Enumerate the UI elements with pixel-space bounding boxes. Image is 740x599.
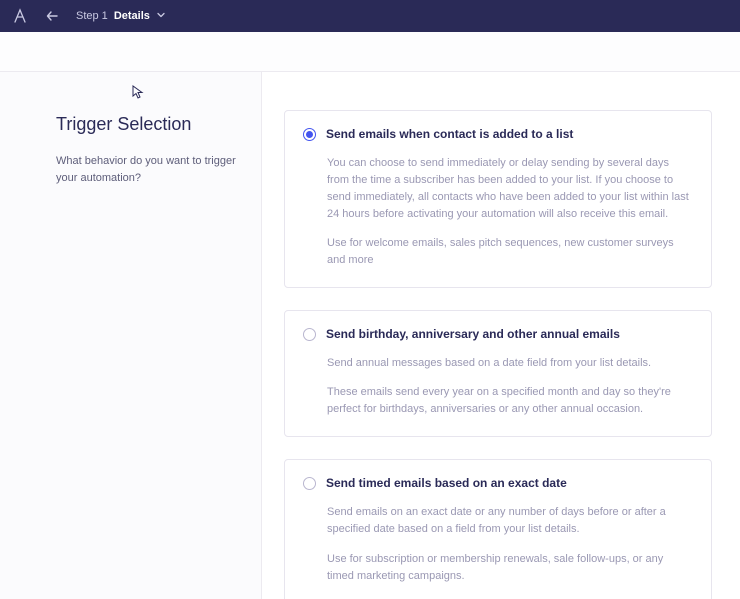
radio-unselected-icon[interactable] xyxy=(303,328,316,341)
option-desc: Send annual messages based on a date fie… xyxy=(327,355,693,372)
step-prefix: Step 1 xyxy=(76,10,108,22)
option-usecase: Use for welcome emails, sales pitch sequ… xyxy=(327,235,693,269)
cursor-icon xyxy=(132,85,146,99)
radio-selected-icon[interactable] xyxy=(303,128,316,141)
page-subtitle: What behavior do you want to trigger you… xyxy=(56,153,237,187)
back-button[interactable] xyxy=(42,6,62,26)
option-usecase: Use for subscription or membership renew… xyxy=(327,551,693,585)
step-name: Details xyxy=(114,10,150,22)
trigger-option-list-added[interactable]: Send emails when contact is added to a l… xyxy=(284,110,712,288)
option-body: You can choose to send immediately or de… xyxy=(303,155,693,269)
option-usecase: These emails send every year on a specif… xyxy=(327,384,693,418)
option-title: Send birthday, anniversary and other ann… xyxy=(326,327,620,341)
step-dropdown[interactable]: Step 1 Details xyxy=(76,10,166,23)
option-desc: Send emails on an exact date or any numb… xyxy=(327,504,693,538)
option-title: Send timed emails based on an exact date xyxy=(326,476,567,490)
chevron-down-icon xyxy=(156,10,166,23)
top-bar: Step 1 Details xyxy=(0,0,740,32)
left-panel: Trigger Selection What behavior do you w… xyxy=(0,32,262,599)
trigger-option-annual[interactable]: Send birthday, anniversary and other ann… xyxy=(284,310,712,437)
options-panel: Send emails when contact is added to a l… xyxy=(262,32,740,599)
page-title: Trigger Selection xyxy=(56,114,237,135)
radio-unselected-icon[interactable] xyxy=(303,477,316,490)
option-body: Send annual messages based on a date fie… xyxy=(303,355,693,418)
option-body: Send emails on an exact date or any numb… xyxy=(303,504,693,584)
option-head[interactable]: Send timed emails based on an exact date xyxy=(303,476,693,490)
option-head[interactable]: Send emails when contact is added to a l… xyxy=(303,127,693,141)
header-strip xyxy=(0,32,740,72)
option-head[interactable]: Send birthday, anniversary and other ann… xyxy=(303,327,693,341)
option-title: Send emails when contact is added to a l… xyxy=(326,127,573,141)
page-body: Trigger Selection What behavior do you w… xyxy=(0,32,740,599)
trigger-option-exact-date[interactable]: Send timed emails based on an exact date… xyxy=(284,459,712,599)
option-desc: You can choose to send immediately or de… xyxy=(327,155,693,223)
app-logo xyxy=(10,6,30,26)
